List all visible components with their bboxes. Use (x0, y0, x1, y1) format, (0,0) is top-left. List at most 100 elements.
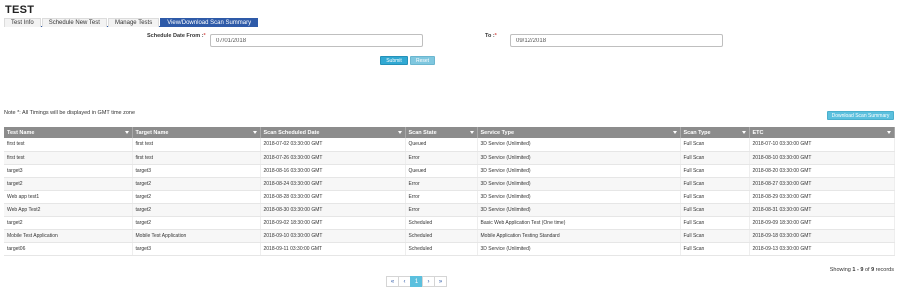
cell-etc: 2018-08-20 03:30:00 GMT (749, 164, 895, 178)
scan-summary-table: Test Name Target Name Scan Scheduled Dat… (4, 127, 895, 256)
cell-scheduled-date: 2018-07-02 03:30:00 GMT (260, 138, 406, 152)
cell-target-name: target2 (132, 190, 261, 204)
column-header-test-name[interactable]: Test Name (4, 127, 133, 138)
sort-caret-icon (397, 131, 402, 134)
cell-etc: 2018-08-29 03:30:00 GMT (749, 190, 895, 204)
cell-scan-type: Full Scan (680, 229, 750, 243)
cell-scan-type: Full Scan (680, 164, 750, 178)
cell-service-type: 3D Service (Unlimited) (477, 138, 681, 152)
sort-caret-icon (252, 131, 257, 134)
cell-scheduled-date: 2018-08-28 03:30:00 GMT (260, 190, 406, 204)
tab-bar: Test Info Schedule New Test Manage Tests… (4, 18, 259, 27)
page-title: TEST (5, 4, 35, 16)
cell-service-type: Mobile Application Testing Standard (477, 229, 681, 243)
cell-service-type: 3D Service (Unlimited) (477, 190, 681, 204)
cell-etc: 2018-08-10 03:30:00 GMT (749, 151, 895, 165)
cell-scheduled-date: 2018-09-02 18:30:00 GMT (260, 216, 406, 230)
cell-test-name: first test (4, 138, 133, 152)
pagination: « ‹ 1 › » (386, 276, 447, 287)
table-row: target2 target2 2018-08-24 03:30:00 GMT Err… (4, 177, 895, 191)
reset-button[interactable]: Reset (410, 56, 435, 65)
cell-etc: 2018-08-31 03:30:00 GMT (749, 203, 895, 217)
column-header-scan-type[interactable]: Scan Type (680, 127, 750, 138)
cell-target-name: target2 (132, 216, 261, 230)
cell-scan-state: Scheduled (405, 216, 478, 230)
tab-schedule-new-test[interactable]: Schedule New Test (41, 18, 107, 27)
cell-target-name: target3 (132, 164, 261, 178)
cell-test-name: Web App Test2 (4, 203, 133, 217)
submit-button[interactable]: Submit (380, 56, 408, 65)
cell-scheduled-date: 2018-08-24 03:30:00 GMT (260, 177, 406, 191)
sort-caret-icon (741, 131, 746, 134)
cell-scan-state: Error (405, 203, 478, 217)
table-row: first test first test 2018-07-02 03:30:00 … (4, 138, 895, 152)
tab-test-info[interactable]: Test Info (4, 18, 41, 27)
cell-etc: 2018-07-10 03:30:00 GMT (749, 138, 895, 152)
cell-scheduled-date: 2018-08-16 03:30:00 GMT (260, 164, 406, 178)
cell-etc: 2018-09-09 18:30:00 GMT (749, 216, 895, 230)
cell-scan-type: Full Scan (680, 242, 750, 256)
required-mark: * (494, 33, 497, 39)
cell-scan-state: Scheduled (405, 242, 478, 256)
cell-scheduled-date: 2018-08-30 03:30:00 GMT (260, 203, 406, 217)
table-header-row: Test Name Target Name Scan Scheduled Dat… (4, 127, 895, 138)
cell-target-name: target2 (132, 177, 261, 191)
table-row: target3 target3 2018-08-16 03:30:00 GMT Que… (4, 164, 895, 178)
cell-test-name: target2 (4, 216, 133, 230)
table-row: target2 target2 2018-09-02 18:30:00 GMT Sch… (4, 216, 895, 230)
column-header-scan-scheduled-date[interactable]: Scan Scheduled Date (260, 127, 406, 138)
column-header-service-type[interactable]: Service Type (477, 127, 681, 138)
cell-scan-state: Queued (405, 138, 478, 152)
timezone-note: Note *: All Timings will be displayed in… (4, 110, 136, 116)
cell-test-name: Mobile Test Application (4, 229, 133, 243)
table-row: Mobile Test Application Mobile Test Appli… (4, 229, 895, 243)
cell-service-type: Basic Web Application Test (One time) (477, 216, 681, 230)
cell-target-name: target2 (132, 203, 261, 217)
cell-scan-type: Full Scan (680, 203, 750, 217)
to-date-input[interactable] (510, 34, 723, 47)
column-header-scan-state[interactable]: Scan State (405, 127, 478, 138)
cell-test-name: Web app test1 (4, 190, 133, 204)
to-date-label: To :* (485, 33, 497, 39)
cell-scan-type: Full Scan (680, 151, 750, 165)
required-mark: * (203, 33, 206, 39)
table-row: target06 target3 2018-09-11 03:30:00 GMT Sc… (4, 242, 895, 256)
cell-scan-state: Queued (405, 164, 478, 178)
column-header-target-name[interactable]: Target Name (132, 127, 261, 138)
cell-target-name: first test (132, 138, 261, 152)
column-header-etc[interactable]: ETC (749, 127, 895, 138)
table-row: Web app test1 target2 2018-08-28 03:30:00 … (4, 190, 895, 204)
cell-scan-state: Scheduled (405, 229, 478, 243)
cell-etc: 2018-08-27 03:30:00 GMT (749, 177, 895, 191)
from-date-label: Schedule Date From :* (147, 33, 206, 39)
cell-test-name: target3 (4, 164, 133, 178)
cell-scan-type: Full Scan (680, 177, 750, 191)
last-page-button[interactable]: » (434, 276, 447, 287)
cell-target-name: target3 (132, 242, 261, 256)
cell-test-name: target06 (4, 242, 133, 256)
download-scan-summary-button[interactable]: Download Scan Summary (827, 111, 894, 120)
cell-service-type: 3D Service (Unlimited) (477, 203, 681, 217)
cell-scan-type: Full Scan (680, 216, 750, 230)
tab-view-download-scan-summary[interactable]: View/Download Scan Summary (160, 18, 259, 27)
cell-test-name: first test (4, 151, 133, 165)
sort-caret-icon (886, 131, 891, 134)
cell-scheduled-date: 2018-07-26 03:30:00 GMT (260, 151, 406, 165)
sort-caret-icon (124, 131, 129, 134)
cell-service-type: 3D Service (Unlimited) (477, 242, 681, 256)
records-summary: Showing 1 - 9 of 9 records (829, 267, 894, 273)
cell-scan-type: Full Scan (680, 190, 750, 204)
cell-scan-type: Full Scan (680, 138, 750, 152)
tab-manage-tests[interactable]: Manage Tests (107, 18, 160, 27)
from-date-input[interactable] (210, 34, 423, 47)
table-row: Web App Test2 target2 2018-08-30 03:30:00 … (4, 203, 895, 217)
cell-scheduled-date: 2018-09-11 03:30:00 GMT (260, 242, 406, 256)
table-row: first test first test 2018-07-26 03:30:00 … (4, 151, 895, 165)
cell-scan-state: Error (405, 190, 478, 204)
cell-target-name: first test (132, 151, 261, 165)
cell-test-name: target2 (4, 177, 133, 191)
cell-etc: 2018-09-18 03:30:00 GMT (749, 229, 895, 243)
cell-service-type: 3D Service (Unlimited) (477, 177, 681, 191)
cell-scan-state: Error (405, 151, 478, 165)
cell-etc: 2018-09-13 03:30:00 GMT (749, 242, 895, 256)
